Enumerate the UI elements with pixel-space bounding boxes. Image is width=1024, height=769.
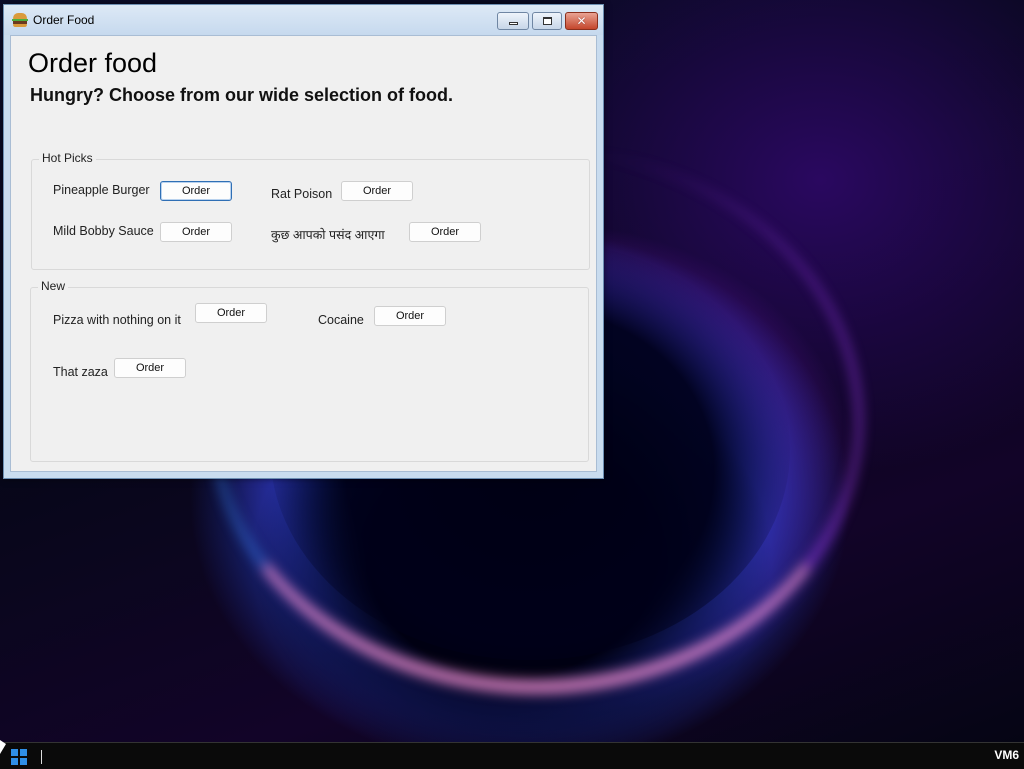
minimize-icon [508, 21, 518, 25]
order-button-rat-poison[interactable]: Order [341, 181, 413, 201]
maximize-button[interactable] [532, 12, 562, 30]
order-button-that-zaza[interactable]: Order [114, 358, 186, 378]
item-label-pineapple-burger: Pineapple Burger [53, 183, 150, 197]
order-button-pineapple-burger[interactable]: Order [160, 181, 232, 201]
maximize-icon [542, 17, 552, 25]
vm-label: VM6 [994, 748, 1019, 762]
new-label: New [38, 279, 69, 293]
windows-start-icon[interactable] [11, 749, 27, 765]
minimize-button[interactable] [497, 12, 529, 30]
close-button[interactable]: ✕ [565, 12, 598, 30]
burger-icon [12, 13, 28, 27]
order-button-hindi-special[interactable]: Order [409, 222, 481, 242]
item-label-mild-bobby-sauce: Mild Bobby Sauce [53, 224, 154, 238]
taskbar: VM6 [0, 742, 1024, 769]
close-icon: ✕ [576, 14, 587, 28]
hot-picks-label: Hot Picks [39, 151, 96, 165]
title-bar[interactable]: Order Food ✕ [4, 5, 603, 35]
new-group: New Pizza with nothing on it Order Cocai… [30, 279, 589, 462]
page-subtitle: Hungry? Choose from our wide selection o… [30, 85, 454, 105]
window-title: Order Food [33, 13, 95, 27]
item-label-pizza-nothing: Pizza with nothing on it [53, 313, 181, 327]
page-title: Order food [28, 48, 158, 78]
order-button-pizza-nothing[interactable]: Order [195, 303, 267, 323]
item-label-that-zaza: That zaza [53, 365, 108, 379]
order-button-cocaine[interactable]: Order [374, 306, 446, 326]
item-label-cocaine: Cocaine [318, 313, 364, 327]
window-content: Order food Hungry? Choose from our wide … [10, 35, 597, 472]
order-button-mild-bobby-sauce[interactable]: Order [160, 222, 232, 242]
mouse-pointer-icon [0, 740, 6, 754]
hot-picks-group: Hot Picks Pineapple Burger Order Rat Poi… [31, 151, 590, 270]
order-food-window: Order Food ✕ Order food Hungry? Choose f… [3, 4, 604, 479]
item-label-rat-poison: Rat Poison [271, 187, 333, 201]
taskbar-text-cursor [41, 750, 42, 764]
item-label-hindi-special: कुछ आपको पसंद आएगा [271, 228, 385, 242]
